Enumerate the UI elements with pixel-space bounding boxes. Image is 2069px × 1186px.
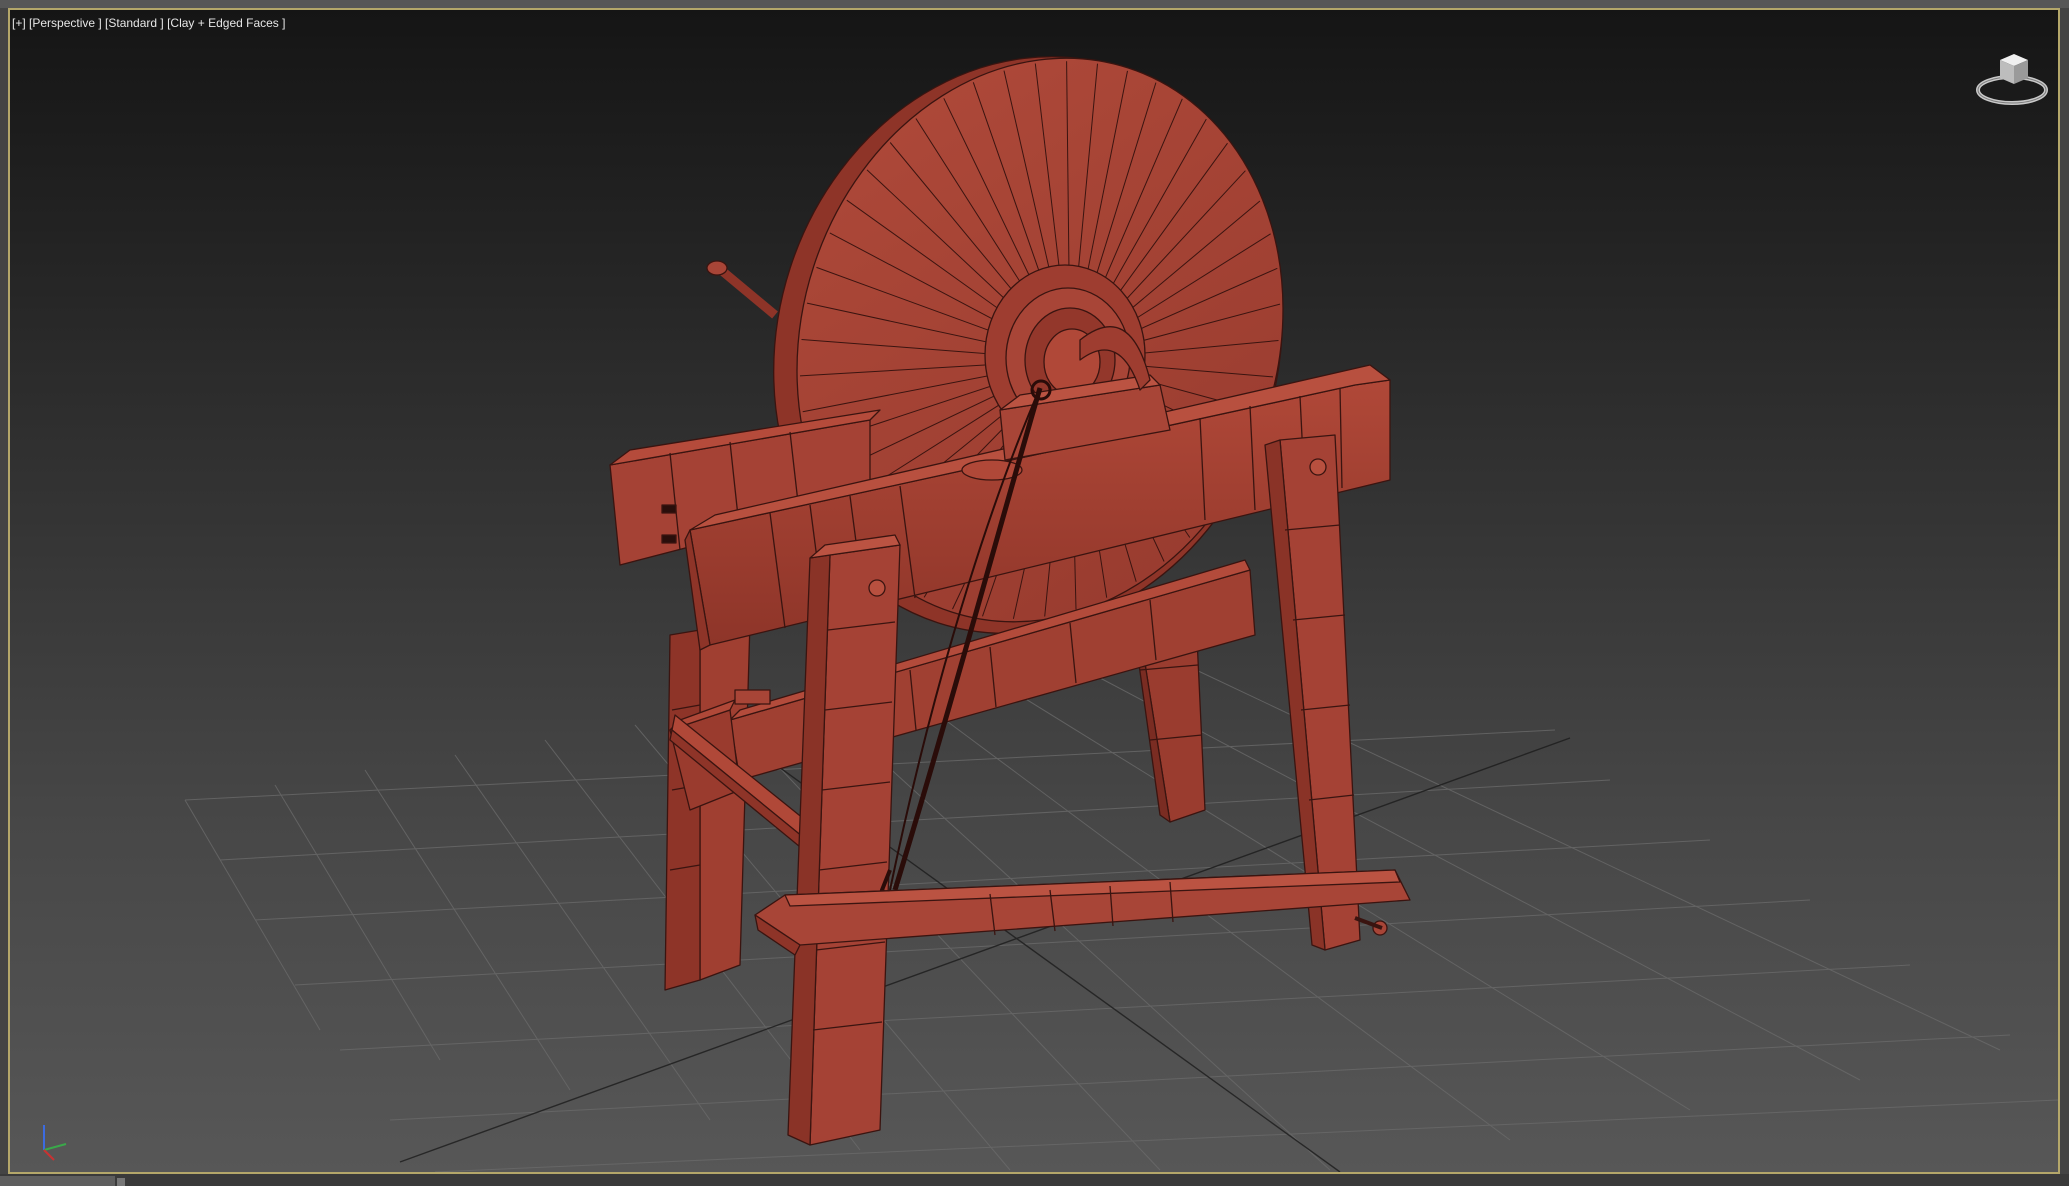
app-window: [+] [Perspective ] [Standard ] [Clay + E…: [0, 0, 2069, 1186]
crank-handle: [706, 260, 778, 319]
top-toolbar-strip: [0, 0, 2069, 8]
perspective-viewport[interactable]: [+] [Perspective ] [Standard ] [Clay + E…: [8, 8, 2060, 1174]
viewport-scene[interactable]: [10, 10, 2058, 1172]
grindstone-model[interactable]: [609, 10, 1411, 1146]
back-left-leg: [664, 621, 751, 991]
status-tab[interactable]: [0, 1176, 115, 1186]
viewcube-icon[interactable]: [1972, 42, 2052, 112]
status-tab-handle[interactable]: [117, 1178, 125, 1186]
axis-tripod-icon: [43, 1125, 67, 1161]
front-left-leg: [787, 534, 901, 1146]
viewport-label[interactable]: [+] [Perspective ] [Standard ] [Clay + E…: [12, 16, 285, 30]
status-strip: [0, 1174, 2069, 1186]
